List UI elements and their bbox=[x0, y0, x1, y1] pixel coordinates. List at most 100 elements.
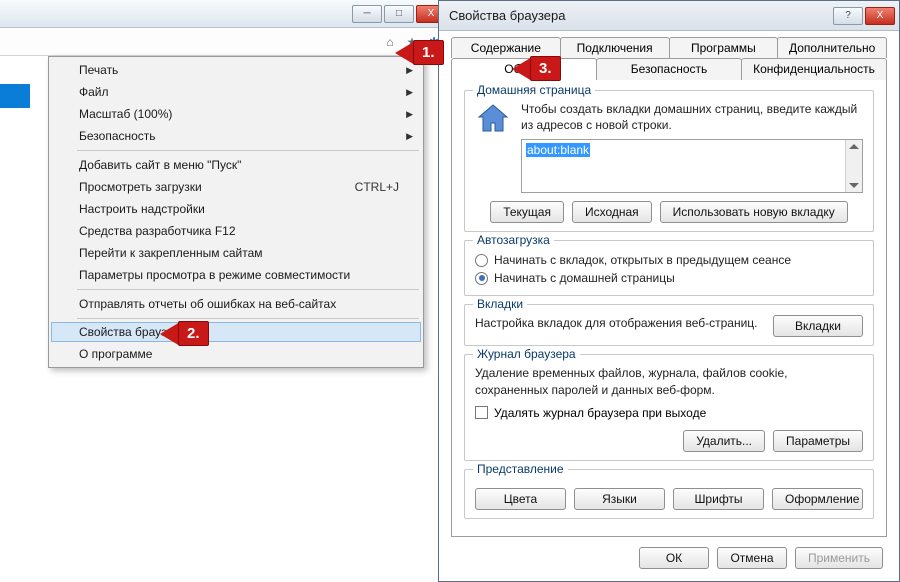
checkbox-icon bbox=[475, 406, 488, 419]
group-tabs: Вкладки Настройка вкладок для отображени… bbox=[464, 304, 874, 346]
menu-label: Масштаб (100%) bbox=[79, 107, 172, 121]
submenu-arrow-icon: ▶ bbox=[406, 65, 413, 76]
browser-toolbar: ⌂ ★ ✱ bbox=[0, 28, 450, 56]
menu-label: Печать bbox=[79, 63, 118, 77]
dialog-titlebar: Свойства браузера ? X bbox=[439, 1, 899, 31]
group-homepage: Домашняя страница Чтобы создать вкладки … bbox=[464, 90, 874, 232]
menu-print[interactable]: Печать ▶ bbox=[51, 59, 421, 81]
homepage-text: Чтобы создать вкладки домашних страниц, … bbox=[521, 101, 863, 133]
group-startup: Автозагрузка Начинать с вкладок, открыты… bbox=[464, 240, 874, 296]
tabs-text: Настройка вкладок для отображения веб-ст… bbox=[475, 315, 763, 331]
menu-downloads[interactable]: Просмотреть загрузки CTRL+J bbox=[51, 176, 421, 198]
group-legend: Журнал браузера bbox=[473, 347, 580, 361]
menu-label: Файл bbox=[79, 85, 109, 99]
ok-button[interactable]: ОК bbox=[639, 547, 709, 569]
window-minimize-button[interactable]: ─ bbox=[352, 5, 382, 23]
menu-label: Настроить надстройки bbox=[79, 202, 205, 216]
radio-label: Начинать с вкладок, открытых в предыдуще… bbox=[494, 253, 791, 267]
group-legend: Вкладки bbox=[473, 297, 527, 311]
dialog-help-button[interactable]: ? bbox=[833, 7, 863, 25]
arrow-icon bbox=[160, 322, 180, 346]
tab-privacy[interactable]: Конфиденциальность bbox=[741, 58, 887, 80]
cancel-button[interactable]: Отмена bbox=[717, 547, 787, 569]
menu-shortcut: CTRL+J bbox=[355, 180, 399, 194]
group-appearance: Представление Цвета Языки Шрифты Оформле… bbox=[464, 469, 874, 519]
radio-last-session[interactable]: Начинать с вкладок, открытых в предыдуще… bbox=[475, 251, 863, 269]
appearance-languages-button[interactable]: Языки bbox=[574, 488, 665, 510]
annotation-badge: 3. bbox=[530, 56, 561, 81]
menu-label: Средства разработчика F12 bbox=[79, 224, 236, 238]
group-history: Журнал браузера Удаление временных файло… bbox=[464, 354, 874, 460]
home-icon bbox=[475, 101, 511, 137]
arrow-icon bbox=[512, 57, 532, 81]
menu-addons[interactable]: Настроить надстройки bbox=[51, 198, 421, 220]
tab-programs[interactable]: Программы bbox=[669, 37, 779, 58]
history-text: Удаление временных файлов, журнала, файл… bbox=[475, 365, 863, 397]
homepage-default-button[interactable]: Исходная bbox=[572, 201, 652, 223]
appearance-fonts-button[interactable]: Шрифты bbox=[673, 488, 764, 510]
menu-add-start[interactable]: Добавить сайт в меню "Пуск" bbox=[51, 154, 421, 176]
submenu-arrow-icon: ▶ bbox=[406, 131, 413, 142]
menu-label: О программе bbox=[79, 347, 152, 361]
menu-zoom[interactable]: Масштаб (100%) ▶ bbox=[51, 103, 421, 125]
dialog-close-button[interactable]: X bbox=[865, 7, 895, 25]
tabs-settings-button[interactable]: Вкладки bbox=[773, 315, 863, 337]
appearance-accessibility-button[interactable]: Оформление bbox=[772, 488, 863, 510]
homepage-newtab-button[interactable]: Использовать новую вкладку bbox=[660, 201, 848, 223]
menu-label: Безопасность bbox=[79, 129, 156, 143]
homepage-url-input[interactable]: about:blank bbox=[521, 139, 863, 193]
group-legend: Домашняя страница bbox=[473, 83, 595, 97]
menu-errors[interactable]: Отправлять отчеты об ошибках на веб-сайт… bbox=[51, 293, 421, 315]
menu-label: Отправлять отчеты об ошибках на веб-сайт… bbox=[79, 297, 336, 311]
menu-label: Параметры просмотра в режиме совместимос… bbox=[79, 268, 350, 282]
history-settings-button[interactable]: Параметры bbox=[773, 430, 863, 452]
appearance-colors-button[interactable]: Цвета bbox=[475, 488, 566, 510]
tab-advanced[interactable]: Дополнительно bbox=[777, 37, 887, 58]
menu-about[interactable]: О программе bbox=[51, 343, 421, 365]
annotation-marker-1: 1. bbox=[395, 40, 444, 65]
menu-compat[interactable]: Параметры просмотра в режиме совместимос… bbox=[51, 264, 421, 286]
apply-button[interactable]: Применить bbox=[795, 547, 883, 569]
menu-internet-options[interactable]: Свойства браузера bbox=[51, 322, 421, 342]
annotation-marker-2: 2. bbox=[160, 321, 209, 346]
tab-general-panel: Домашняя страница Чтобы создать вкладки … bbox=[451, 79, 887, 537]
history-delete-button[interactable]: Удалить... bbox=[683, 430, 765, 452]
group-legend: Представление bbox=[473, 462, 568, 476]
homepage-url-value: about:blank bbox=[526, 143, 590, 157]
annotation-badge: 1. bbox=[413, 40, 444, 65]
scrollbar[interactable] bbox=[845, 140, 862, 192]
radio-label: Начинать с домашней страницы bbox=[494, 271, 675, 285]
selection-bar bbox=[0, 84, 30, 108]
tab-security[interactable]: Безопасность bbox=[596, 58, 742, 80]
radio-homepage[interactable]: Начинать с домашней страницы bbox=[475, 269, 863, 287]
checkbox-delete-on-exit[interactable]: Удалять журнал браузера при выходе bbox=[475, 404, 863, 422]
browser-titlebar: ─ □ X bbox=[0, 0, 450, 28]
dialog-title: Свойства браузера bbox=[449, 8, 833, 23]
menu-file[interactable]: Файл ▶ bbox=[51, 81, 421, 103]
menu-separator bbox=[77, 289, 419, 290]
submenu-arrow-icon: ▶ bbox=[406, 109, 413, 120]
tools-context-menu: Печать ▶ Файл ▶ Масштаб (100%) ▶ Безопаснос… bbox=[48, 56, 424, 368]
menu-separator bbox=[77, 150, 419, 151]
internet-options-dialog: Свойства браузера ? X Содержание Подключ… bbox=[438, 0, 900, 582]
tab-content[interactable]: Содержание bbox=[451, 37, 561, 58]
checkbox-label: Удалять журнал браузера при выходе bbox=[494, 406, 706, 420]
annotation-badge: 2. bbox=[178, 321, 209, 346]
dialog-footer: ОК Отмена Применить bbox=[451, 537, 887, 573]
window-maximize-button[interactable]: □ bbox=[384, 5, 414, 23]
menu-label: Просмотреть загрузки bbox=[79, 180, 202, 194]
homepage-current-button[interactable]: Текущая bbox=[490, 201, 564, 223]
menu-f12[interactable]: Средства разработчика F12 bbox=[51, 220, 421, 242]
radio-icon bbox=[475, 254, 488, 267]
arrow-icon bbox=[395, 41, 415, 65]
menu-label: Перейти к закрепленным сайтам bbox=[79, 246, 263, 260]
menu-label: Добавить сайт в меню "Пуск" bbox=[79, 158, 241, 172]
submenu-arrow-icon: ▶ bbox=[406, 87, 413, 98]
radio-icon bbox=[475, 272, 488, 285]
tab-connections[interactable]: Подключения bbox=[560, 37, 670, 58]
menu-pinned[interactable]: Перейти к закрепленным сайтам bbox=[51, 242, 421, 264]
menu-safety[interactable]: Безопасность ▶ bbox=[51, 125, 421, 147]
menu-separator bbox=[77, 318, 419, 319]
group-legend: Автозагрузка bbox=[473, 233, 554, 247]
annotation-marker-3: 3. bbox=[512, 56, 561, 81]
